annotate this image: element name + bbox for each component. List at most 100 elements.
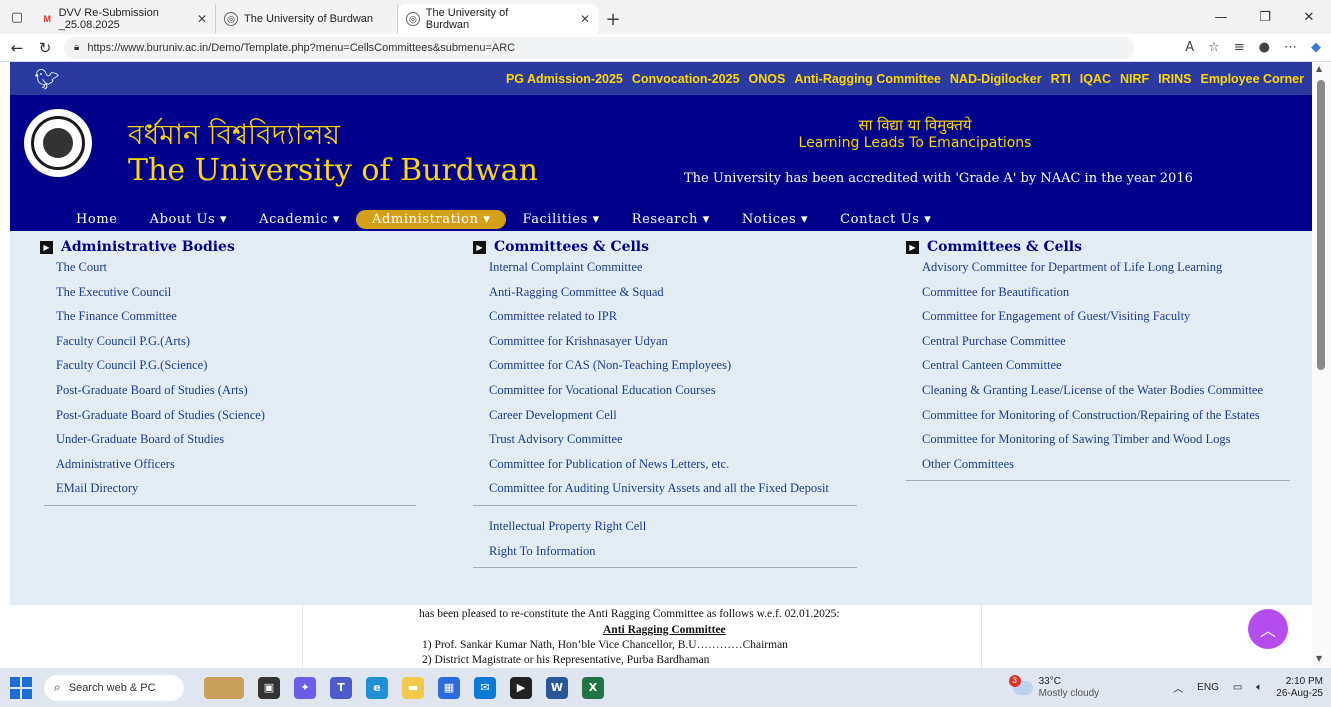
menu-link[interactable]: Committee for Krishnasayer Udyan [489,333,857,349]
close-tab-icon[interactable]: ✕ [197,12,207,26]
top-link-nirf[interactable]: NIRF [1120,72,1149,86]
top-strip: 🐦︎ PG Admission-2025 Convocation-2025 ON… [10,62,1312,95]
top-link-convocation[interactable]: Convocation-2025 [632,72,740,86]
menu-link[interactable]: Internal Complaint Committee [489,259,857,275]
lock-icon[interactable]: 🔒︎ [74,42,79,53]
nav-contact-us[interactable]: Contact Us ▾ [840,212,931,227]
menu-link[interactable]: Trust Advisory Committee [489,431,857,447]
menu-link[interactable]: The Court [56,259,416,275]
clock-date: 26-Aug-25 [1276,687,1323,699]
menu-link[interactable]: EMail Directory [56,480,416,496]
menu-link[interactable]: The Executive Council [56,284,416,300]
edge-icon[interactable]: e [366,676,388,699]
menu-link[interactable]: Committee for CAS (Non-Teaching Employee… [489,357,857,373]
menu-link[interactable]: Faculty Council P.G.(Arts) [56,333,416,349]
word-icon[interactable]: W [546,676,568,699]
menu-link[interactable]: Central Canteen Committee [922,357,1290,373]
refresh-icon[interactable]: ↻ [34,39,56,57]
nav-facilities[interactable]: Facilities ▾ [522,212,599,227]
browser-tab-2[interactable]: ◎ The University of Burdwan [216,4,398,34]
menu-link[interactable]: Committee for Auditing University Assets… [489,480,849,496]
menu-link[interactable]: Committee for Vocational Education Cours… [489,382,857,398]
language-indicator[interactable]: ENG [1197,682,1219,693]
menu-link[interactable]: Committee related to IPR [489,308,857,324]
windows-start-icon[interactable] [10,676,32,699]
browser-tab-1[interactable]: M DVV Re-Submission _25.08.2025 ✕ [34,4,216,34]
menu-link[interactable]: Cleaning & Granting Lease/License of the… [922,382,1272,398]
clock[interactable]: 2:10 PM 26-Aug-25 [1276,676,1323,700]
twitter-icon[interactable]: 🐦︎ [34,66,60,92]
menu-link[interactable]: Central Purchase Committee [922,333,1290,349]
more-icon[interactable]: ⋯ [1284,40,1297,55]
menu-link[interactable]: Career Development Cell [489,407,857,423]
restore-icon[interactable]: ❐ [1243,0,1287,34]
close-tab-icon[interactable]: ✕ [580,12,590,26]
volume-icon[interactable]: 🔈︎ [1256,682,1262,693]
nav-about-us[interactable]: About Us ▾ [150,212,228,227]
task-view-icon[interactable]: ▣ [258,676,280,699]
scroll-down-icon[interactable]: ▼ [1316,654,1322,663]
menu-link[interactable]: Committee for Monitoring of Sawing Timbe… [922,431,1290,447]
menu-link[interactable]: Intellectual Property Right Cell [489,518,857,534]
menu-link[interactable]: The Finance Committee [56,308,416,324]
top-link-pg-admission[interactable]: PG Admission-2025 [506,72,623,86]
university-seal-logo[interactable] [24,109,92,177]
nav-administration[interactable]: Administration ▾ [356,209,507,229]
menu-link[interactable]: Anti-Ragging Committee & Squad [489,284,857,300]
menu-link[interactable]: Committee for Monitoring of Construction… [922,407,1282,423]
copilot-icon[interactable]: ◆ [1311,40,1321,55]
back-icon[interactable]: ← [6,39,28,57]
mail-icon[interactable]: ✉ [474,676,496,699]
menu-link[interactable]: Committee for Engagement of Guest/Visiti… [922,308,1290,324]
top-link-irins[interactable]: IRINS [1158,72,1191,86]
new-tab-icon[interactable]: + [598,4,628,34]
menu-link[interactable]: Faculty Council P.G.(Science) [56,357,416,373]
file-explorer-icon[interactable]: ▬ [402,676,424,699]
back-to-top-button[interactable]: ︿ [1248,609,1288,649]
browser-tab-3[interactable]: ◎ The University of Burdwan ✕ [398,4,598,34]
menu-link[interactable]: Under-Graduate Board of Studies [56,431,416,447]
menu-link[interactable]: Post-Graduate Board of Studies (Science) [56,407,416,423]
clock-time: 2:10 PM [1285,675,1323,687]
close-window-icon[interactable]: ✕ [1287,0,1331,34]
favorites-list-icon[interactable]: ≡ [1234,40,1245,55]
scrollbar-thumb[interactable] [1317,80,1325,370]
taskbar-search[interactable]: ⌕ Search web & PC [44,674,184,701]
menu-link[interactable]: Advisory Committee for Department of Lif… [922,259,1290,275]
menu-link[interactable]: Post-Graduate Board of Studies (Arts) [56,382,416,398]
menu-link[interactable]: Other Committees [922,456,1290,472]
scroll-up-icon[interactable]: ▲ [1316,64,1322,73]
read-aloud-icon[interactable]: A [1185,40,1194,55]
nav-notices[interactable]: Notices ▾ [742,212,808,227]
top-link-anti-ragging[interactable]: Anti-Ragging Committee [794,72,941,86]
favorite-star-icon[interactable]: ☆ [1208,40,1220,55]
excel-icon[interactable]: X [582,676,604,699]
top-link-rti[interactable]: RTI [1051,72,1071,86]
top-link-nad-digilocker[interactable]: NAD-Digilocker [950,72,1042,86]
network-icon[interactable]: ▭ [1233,682,1242,693]
squirrel-widget-icon[interactable] [204,676,244,699]
page-content: has been pleased to re-constitute the An… [10,605,1312,668]
url-field[interactable]: 🔒︎ https://www.buruniv.ac.in/Demo/Templa… [64,36,1134,59]
page-scrollbar[interactable]: ▲ ▼ [1312,62,1331,668]
university-name-english: The University of Burdwan [128,153,538,188]
nav-home[interactable]: Home [76,212,118,227]
top-link-iqac[interactable]: IQAC [1080,72,1111,86]
copilot-app-icon[interactable]: ✦ [294,676,316,699]
teams-icon[interactable]: T [330,676,352,699]
nav-academic[interactable]: Academic ▾ [259,212,340,227]
menu-link[interactable]: Right To Information [489,543,857,559]
store-icon[interactable]: ▦ [438,676,460,699]
minimize-icon[interactable]: — [1199,0,1243,34]
profile-icon[interactable]: ● [1259,40,1270,55]
nav-research[interactable]: Research ▾ [632,212,710,227]
menu-link[interactable]: Administrative Officers [56,456,416,472]
top-link-employee-corner[interactable]: Employee Corner [1200,72,1304,86]
chevron-up-icon[interactable]: ︿ [1173,680,1183,695]
menu-link[interactable]: Committee for Publication of News Letter… [489,456,857,472]
media-player-icon[interactable]: ▶ [510,676,532,699]
tab-actions-icon[interactable]: ▢ [0,0,34,34]
top-link-onos[interactable]: ONOS [749,72,786,86]
weather-widget[interactable]: 3 33°C Mostly cloudy [1008,674,1099,700]
menu-link[interactable]: Committee for Beautification [922,284,1290,300]
